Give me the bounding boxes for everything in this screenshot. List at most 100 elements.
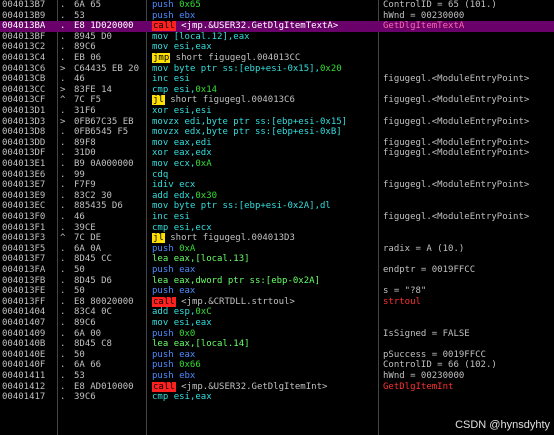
instruction-token: 0xA <box>195 159 212 169</box>
instruction-token: mov <box>152 159 174 169</box>
disasm-row[interactable]: 004013F5. 6A 0A push 0xA radix = A (10.) <box>0 244 554 255</box>
instruction-token: cmp <box>152 392 174 403</box>
disasm-row[interactable]: 004013FF. E8 80020000 call <jmp.&CRTDLL.st… <box>0 296 554 308</box>
instruction-cell: cmp esi,eax <box>152 392 376 403</box>
disasm-row[interactable]: 004013FB. 8D45 D6 lea eax,dword ptr ss:[eb… <box>0 276 554 287</box>
instruction-cell: mov esi,eax <box>152 42 376 53</box>
instruction-cell: call <jmp.&USER32.GetDlgItemInt> <box>152 381 376 393</box>
hex-bytes-cell: E8 AD010000 <box>74 381 134 392</box>
comment-cell: pSuccess = 0019FFCC <box>383 349 486 360</box>
jump-marker: . <box>60 339 66 350</box>
disasm-row[interactable]: 004013C6 > C64435 EB 20 mov byte ptr ss:[eb… <box>0 64 554 75</box>
address-cell: 004013C6 <box>2 63 46 74</box>
hex-bytes-cell: 7C DE <box>74 233 102 244</box>
disasm-row[interactable]: 004013F1. 39CE cmp esi,ecx <box>0 223 554 234</box>
disasm-row[interactable]: 004013E6. 99 cdq <box>0 170 554 181</box>
hex-bytes-cell: 8D45 D6 <box>74 275 112 286</box>
jump-marker: . <box>60 254 66 265</box>
instruction-cell: push eax <box>152 350 376 361</box>
disasm-row[interactable]: 004013BA. E8 1D020000 call <jmp.&USER32.Ge… <box>0 21 554 33</box>
jump-marker: . <box>60 201 66 212</box>
instruction-token: <jmp.&CRTDLL.strtoul> <box>175 296 295 307</box>
instruction-token: ecx, <box>173 159 196 169</box>
disasm-row[interactable]: 00401407. 89C6 mov esi,eax <box>0 318 554 329</box>
address-cell: 004013D3 <box>2 116 46 127</box>
instruction-cell: lea eax,[local.13] <box>152 254 376 265</box>
disasm-row[interactable]: 004013D1. 31F6 xor esi,esi <box>0 106 554 117</box>
disasm-row[interactable]: 004013E7. F7F9 idiv ecx figugegl.<ModuleEnt… <box>0 180 554 191</box>
disasm-row[interactable]: 004013CF ^ 7C F5 jl short figugegl.004013C6… <box>0 95 554 106</box>
instruction-token: short figugegl.004013CC <box>170 53 301 63</box>
disasm-row[interactable]: 0040140B. 8D45 C8 lea eax,[local.14] <box>0 339 554 350</box>
disasm-row[interactable]: 00401409. 6A 00 push 0x0 IsSigned = FALSE <box>0 329 554 340</box>
instruction-token: <jmp.&USER32.GetDlgItemTextA> <box>175 21 339 32</box>
disasm-row[interactable]: 004013B7. 6A 65 push 0x65 ControlID = 65 (1… <box>0 0 554 11</box>
disasm-row[interactable]: 004013B9. 53 push ebx hWnd = 00230000 <box>0 11 554 22</box>
address-cell: 004013F1 <box>2 222 46 233</box>
disasm-row[interactable]: 004013F7. 8D45 CC lea eax,[local.13] <box>0 254 554 265</box>
address-cell: 004013F0 <box>2 212 46 222</box>
jump-marker: ^ <box>60 95 66 106</box>
comment-cell: figugegl.<ModuleEntryPoint> <box>383 212 530 222</box>
instruction-cell: call <jmp.&CRTDLL.strtoul> <box>152 296 376 308</box>
instruction-cell: lea eax,dword ptr ss:[ebp-0x2A] <box>152 276 376 287</box>
jump-marker: . <box>60 381 66 392</box>
disasm-row[interactable]: 004013DF. 31D0 xor eax,edx figugegl.<Module… <box>0 148 554 159</box>
instruction-token: jl <box>152 233 165 244</box>
disasm-row[interactable]: 004013F3 ^ 7C DE jl short figugegl.004013D3 <box>0 233 554 244</box>
instruction-token: mov <box>152 63 174 74</box>
comment-cell: GetDlgItemTextA <box>383 21 465 32</box>
instruction-token: 0x20 <box>320 63 342 74</box>
disasm-row[interactable]: 004013CC >83FE 14 cmp esi,0x14 <box>0 85 554 96</box>
instruction-cell: jl short figugegl.004013C6 <box>152 95 376 106</box>
instruction-token: edi,byte ptr ss:[ebp+esi-0x15] <box>184 116 348 127</box>
disasm-row[interactable]: 0040140F. 6A 66 push 0x66 ControlID = 66 (1… <box>0 360 554 371</box>
disasm-row[interactable]: 00401404. 83C4 0C add esp,0xC <box>0 307 554 318</box>
disasm-row[interactable]: 00401417. 39C6 cmp esi,eax <box>0 392 554 403</box>
disasm-row[interactable]: 004013D8. 0FB6545 F5 movzx edx,byte ptr ss… <box>0 127 554 138</box>
disasm-row[interactable]: 004013F0. 46 inc esi figugegl.<ModuleEntryP… <box>0 212 554 223</box>
address-cell: 004013BF <box>2 31 46 42</box>
hex-bytes-cell: 89C6 <box>74 318 96 328</box>
disasm-row[interactable]: 004013D3 >0FB67C35 EB movzx edi,byte ptr s… <box>0 117 554 128</box>
comment-cell: figugegl.<ModuleEntryPoint> <box>383 74 530 85</box>
address-cell: 004013B9 <box>2 10 46 21</box>
disasm-row[interactable]: 004013E9. 83C2 30 add edx,0x30 <box>0 191 554 202</box>
instruction-token: push <box>152 349 180 360</box>
instruction-token: short figugegl.004013D3 <box>164 233 295 244</box>
instruction-cell: mov [local.12],eax <box>152 32 376 43</box>
disasm-row[interactable]: 004013E1. B9 0A000000 mov ecx,0xA <box>0 159 554 170</box>
instruction-cell: mov ecx,0xA <box>152 159 376 170</box>
instruction-token: 0x65 <box>179 0 201 10</box>
address-cell: 004013D1 <box>2 106 46 116</box>
address-cell: 004013FF <box>2 296 46 307</box>
disassembly-view: 004013B7. 6A 65 push 0x65 ControlID = 65 (1… <box>0 0 554 435</box>
address-cell: 004013FB <box>2 275 46 286</box>
disasm-row[interactable]: 0040140E. 50 push eax pSuccess = 0019FFCC <box>0 350 554 361</box>
disasm-row[interactable]: 004013C4. EB 06 jmp short figugegl.004013C… <box>0 53 554 64</box>
hex-bytes-cell: 50 <box>74 265 85 275</box>
disasm-row[interactable]: 004013C2. 89C6 mov esi,eax <box>0 42 554 53</box>
instruction-token: push <box>152 286 180 297</box>
instruction-token: eax <box>179 265 196 275</box>
comment-cell: figugegl.<ModuleEntryPoint> <box>383 137 530 148</box>
disasm-row[interactable]: 004013BF. 8945 D0 mov [local.12],eax <box>0 32 554 43</box>
instruction-cell: mov esi,eax <box>152 318 376 329</box>
address-cell: 004013B7 <box>2 0 46 10</box>
disasm-row[interactable]: 00401411. 53 push ebx hWnd = 00230000 <box>0 371 554 382</box>
hex-bytes-cell: 39CE <box>74 222 96 233</box>
disasm-row[interactable]: 004013EC. 885435 D6 mov byte ptr ss:[ebp+e… <box>0 201 554 212</box>
disasm-row[interactable]: 004013CB. 46 inc esi figugegl.<ModuleEntryP… <box>0 74 554 85</box>
disasm-row[interactable]: 004013DD. 89F8 mov eax,edi figugegl.<Module… <box>0 138 554 149</box>
disasm-row[interactable]: 004013FA. 50 push eax endptr = 0019FFCC <box>0 265 554 276</box>
jump-marker: . <box>60 243 66 254</box>
instruction-token: 0x30 <box>195 190 218 201</box>
disasm-row[interactable]: 004013FE. 50 push eax s = "?8" <box>0 286 554 297</box>
instruction-token: eax <box>179 286 196 297</box>
address-cell: 004013CC <box>2 84 46 95</box>
address-cell: 004013E1 <box>2 159 46 169</box>
instruction-cell: xor esi,esi <box>152 106 376 117</box>
instruction-token: jl <box>152 95 165 106</box>
disasm-row[interactable]: 00401412. E8 AD010000 call <jmp.&USER32.Ge… <box>0 381 554 393</box>
instruction-token: push <box>152 10 180 21</box>
